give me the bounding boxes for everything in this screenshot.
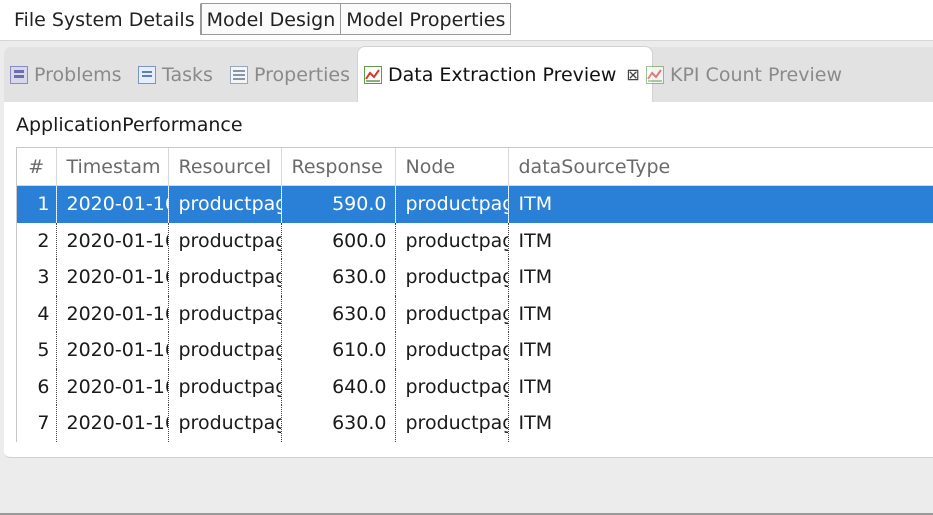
table-cell-resource: productpag	[168, 368, 282, 405]
table-cell-n: 1	[17, 185, 57, 223]
column-header-node[interactable]: Node	[395, 148, 509, 186]
table-cell-n: 3	[17, 259, 57, 296]
table-cell-type: ITM	[518, 339, 553, 362]
tab-data-extraction-preview[interactable]: Data Extraction Preview ⊠	[358, 47, 652, 102]
properties-icon	[230, 66, 248, 84]
tab-model-properties[interactable]: Model Properties	[341, 3, 512, 35]
column-header-timestamp[interactable]: Timestam	[56, 148, 169, 186]
table-cell-resource: productpag	[168, 405, 282, 442]
table-header-row: # Timestam ResourceI Response Node dataS…	[17, 148, 933, 186]
editor-tab-strip: File System Details Model Design Model P…	[0, 0, 933, 41]
table-cell-resource: productpag	[168, 295, 282, 332]
table-cell-timestamp: 2020-01-16	[56, 295, 169, 332]
tab-kpi-count-preview-label: KPI Count Preview	[670, 64, 842, 86]
table-row[interactable]: 6 2020-01-16 productpag 640.0 productpag ITM	[17, 368, 933, 405]
table-cell-response: 640.0	[281, 368, 396, 405]
view-tab-bar: Problems Tasks Properties Data Extractio…	[4, 47, 933, 102]
chart-icon	[646, 66, 664, 84]
table-cell-resource: productpag	[168, 222, 282, 259]
tab-problems-label: Problems	[34, 64, 122, 86]
tasks-icon	[138, 66, 156, 84]
table-cell-timestamp: 2020-01-16	[56, 332, 169, 369]
tab-tasks-label: Tasks	[162, 64, 213, 86]
table-cell-response: 630.0	[281, 259, 396, 296]
tab-properties-label: Properties	[254, 64, 351, 86]
table-cell-timestamp: 2020-01-16	[56, 368, 169, 405]
table-row[interactable]: 2 2020-01-16 productpag 600.0 productpag ITM	[17, 222, 933, 259]
table-cell-type: ITM	[518, 229, 553, 252]
column-header-index[interactable]: #	[17, 148, 57, 186]
tab-tasks[interactable]: Tasks	[138, 55, 213, 95]
table-cell-node: productpag	[395, 259, 509, 296]
chart-icon	[364, 65, 382, 84]
column-header-datasourcetype[interactable]: dataSourceType	[508, 148, 933, 186]
clipped-text-fragment	[130, 0, 330, 2]
table-row[interactable]: 4 2020-01-16 productpag 630.0 productpag ITM	[17, 295, 933, 332]
table-row[interactable]: 7 2020-01-16 productpag 630.0 productpag ITM	[17, 405, 933, 442]
preview-panel: ApplicationPerformance # Timestam Resour…	[4, 102, 933, 458]
table-cell-node: productpag	[395, 405, 509, 442]
table-cell-response: 630.0	[281, 295, 396, 332]
tab-problems[interactable]: Problems	[10, 55, 122, 95]
table-cell-node: productpag	[395, 295, 509, 332]
table-cell-type: ITM	[518, 302, 553, 325]
table-cell-response: 630.0	[281, 405, 396, 442]
tab-model-design[interactable]: Model Design	[200, 3, 342, 35]
table-cell-node: productpag	[395, 222, 509, 259]
table-cell-node: productpag	[395, 368, 509, 405]
table-cell-timestamp: 2020-01-16	[56, 405, 169, 442]
table-cell-n: 4	[17, 295, 57, 332]
table-cell-response: 610.0	[281, 332, 396, 369]
table-cell-response: 600.0	[281, 222, 396, 259]
table-cell-node: productpag	[395, 185, 509, 223]
table-row[interactable]: 1 2020-01-16 productpag 590.0 productpag ITM	[17, 185, 933, 223]
table-cell-n: 5	[17, 332, 57, 369]
table-cell-timestamp: 2020-01-16	[56, 259, 169, 296]
problems-icon	[10, 66, 28, 84]
close-icon[interactable]: ⊠	[626, 65, 639, 84]
table-cell-type: ITM	[518, 375, 553, 398]
table-row[interactable]: 3 2020-01-16 productpag 630.0 productpag ITM	[17, 259, 933, 296]
table-cell-type: ITM	[508, 185, 933, 223]
table-cell-type: ITM	[518, 266, 553, 289]
table-cell-node: productpag	[395, 332, 509, 369]
column-header-resource[interactable]: ResourceI	[168, 148, 282, 186]
table-cell-resource: productpag	[168, 259, 282, 296]
table-cell-type: ITM	[518, 412, 553, 435]
tab-kpi-count-preview[interactable]: KPI Count Preview	[646, 55, 842, 95]
column-header-response[interactable]: Response	[281, 148, 396, 186]
table-row[interactable]: 5 2020-01-16 productpag 610.0 productpag ITM	[17, 332, 933, 369]
tab-properties[interactable]: Properties	[230, 55, 350, 95]
data-table: # Timestam ResourceI Response Node dataS…	[16, 147, 933, 442]
tab-file-system-details[interactable]: File System Details	[8, 3, 201, 35]
table-cell-resource: productpag	[168, 332, 282, 369]
table-cell-response: 590.0	[281, 185, 396, 223]
table-cell-n: 6	[17, 368, 57, 405]
table-cell-n: 2	[17, 222, 57, 259]
table-cell-timestamp: 2020-01-16	[56, 222, 169, 259]
table-cell-resource: productpag	[168, 185, 282, 223]
tab-data-extraction-preview-label: Data Extraction Preview	[388, 63, 617, 86]
table-cell-n: 7	[17, 405, 57, 442]
table-cell-timestamp: 2020-01-16	[56, 185, 169, 223]
table-title: ApplicationPerformance	[16, 114, 243, 136]
